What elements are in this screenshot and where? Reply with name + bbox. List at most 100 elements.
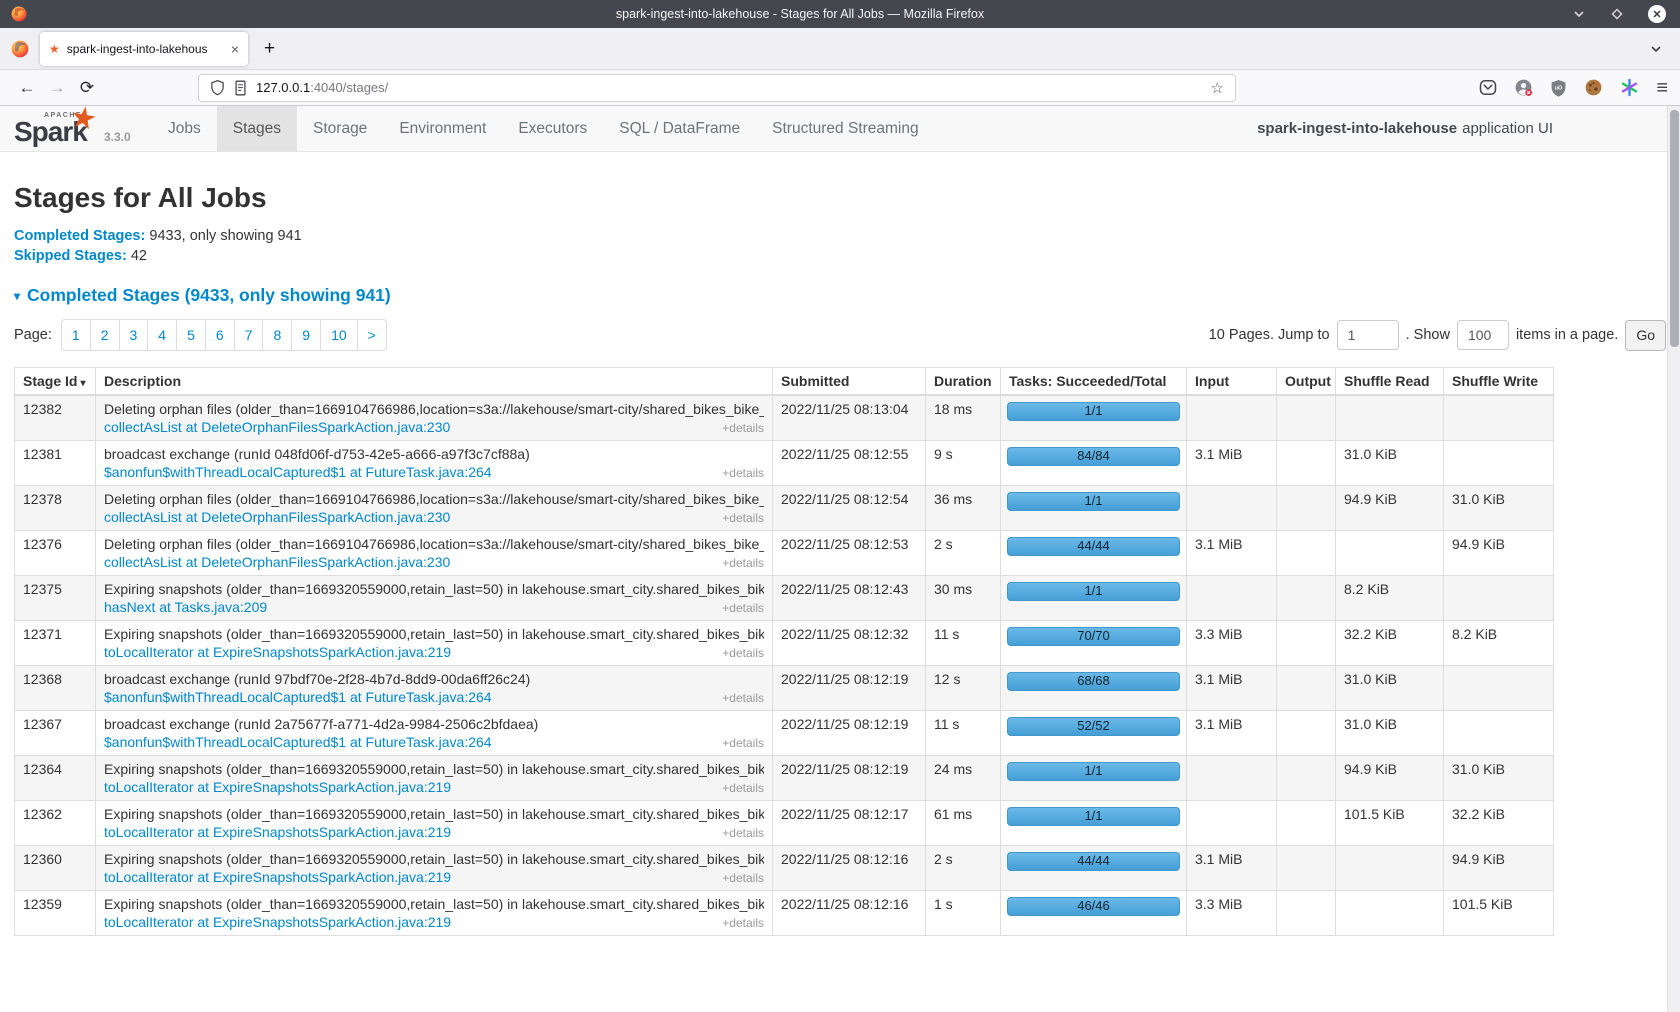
tasks-progress-cell: 52/52 [1001,711,1187,756]
page-button-3[interactable]: 3 [119,319,149,351]
items-per-page-input[interactable] [1457,320,1509,350]
skipped-stages-value: 42 [131,248,147,264]
nav-tab-sql-dataframe[interactable]: SQL / DataFrame [603,106,756,151]
collapse-arrow-icon: ▾ [14,290,20,302]
page-button-2[interactable]: 2 [90,319,120,351]
stage-callsite-link[interactable]: toLocalIterator at ExpireSnapshotsSparkA… [104,644,451,660]
back-button[interactable]: ← [12,78,42,98]
stage-callsite-link[interactable]: toLocalIterator at ExpireSnapshotsSparkA… [104,869,451,885]
stage-description-cell: broadcast exchange (runId 2a75677f-a771-… [96,711,773,756]
details-toggle[interactable]: +details [722,736,764,750]
details-toggle[interactable]: +details [722,781,764,795]
stage-description: Expiring snapshots (older_than=166932055… [104,581,764,597]
cookie-icon[interactable] [1584,78,1603,97]
column-header-output[interactable]: Output [1277,368,1336,396]
nav-tab-structured-streaming[interactable]: Structured Streaming [756,106,934,151]
details-toggle[interactable]: +details [722,421,764,435]
details-toggle[interactable]: +details [722,691,764,705]
stage-input [1187,486,1277,531]
page-button-7[interactable]: 7 [234,319,264,351]
column-header-input[interactable]: Input [1187,368,1277,396]
browser-tab[interactable]: ★ spark-ingest-into-lakehous × [40,32,248,66]
window-maximize-button[interactable] [1610,7,1624,21]
window-close-button[interactable]: ✕ [1648,5,1666,23]
stages-table-body: 12382Deleting orphan files (older_than=1… [15,395,1554,936]
column-header-duration[interactable]: Duration [926,368,1001,396]
column-header-description[interactable]: Description [96,368,773,396]
tab-close-icon[interactable]: × [231,42,239,56]
nav-tab-executors[interactable]: Executors [502,106,603,151]
completed-stages-link[interactable]: Completed Stages: [14,228,145,244]
page-button-9[interactable]: 9 [291,319,321,351]
stage-duration: 36 ms [926,486,1001,531]
nav-tab-stages[interactable]: Stages [217,106,297,151]
page-button-8[interactable]: 8 [262,319,292,351]
scrollbar-thumb[interactable] [1670,110,1679,347]
details-toggle[interactable]: +details [722,646,764,660]
window-minimize-button[interactable] [1572,7,1586,21]
go-button[interactable]: Go [1625,320,1666,351]
svg-text:uO: uO [1555,85,1563,91]
tasks-progress-fill: 68/68 [1007,672,1180,691]
stage-input: 3.1 MiB [1187,666,1277,711]
column-header-tasks-succeeded-total[interactable]: Tasks: Succeeded/Total [1001,368,1187,396]
new-tab-button[interactable]: + [264,38,275,60]
details-toggle[interactable]: +details [722,466,764,480]
shield-icon[interactable] [210,79,225,96]
pocket-icon[interactable] [1479,79,1497,96]
account-icon[interactable] [1514,78,1533,97]
details-toggle[interactable]: +details [722,556,764,570]
details-toggle[interactable]: +details [722,601,764,615]
column-header-stage-id[interactable]: Stage Id▾ [15,368,96,396]
nav-tab-environment[interactable]: Environment [383,106,502,151]
stage-callsite-link[interactable]: toLocalIterator at ExpireSnapshotsSparkA… [104,779,451,795]
skipped-stages-link[interactable]: Skipped Stages: [14,248,127,264]
tasks-progress-fill: 1/1 [1007,807,1180,826]
reload-button[interactable]: ⟳ [72,78,102,98]
column-header-submitted[interactable]: Submitted [773,368,926,396]
nav-tab-jobs[interactable]: Jobs [152,106,217,151]
page-info-icon[interactable] [234,80,247,96]
tasks-progress-cell: 46/46 [1001,891,1187,936]
stage-callsite-link[interactable]: collectAsList at DeleteOrphanFilesSparkA… [104,554,450,570]
column-header-shuffle-read[interactable]: Shuffle Read [1336,368,1444,396]
details-toggle[interactable]: +details [722,871,764,885]
spark-logo[interactable]: APACHE Spark ★ 3.3.0 [14,106,140,151]
tasks-progress-bar: 44/44 [1007,852,1180,871]
stage-callsite-link[interactable]: hasNext at Tasks.java:209 [104,599,267,615]
stage-callsite-link[interactable]: toLocalIterator at ExpireSnapshotsSparkA… [104,824,451,840]
stage-submitted: 2022/11/25 08:12:19 [773,711,926,756]
extension-asterisk-icon[interactable] [1620,78,1639,97]
page-button-4[interactable]: 4 [147,319,177,351]
next-page-button[interactable]: > [357,319,387,351]
stage-callsite-link[interactable]: collectAsList at DeleteOrphanFilesSparkA… [104,509,450,525]
stage-output [1277,531,1336,576]
details-toggle[interactable]: +details [722,511,764,525]
stage-shuffle-write [1444,666,1554,711]
column-header-shuffle-write[interactable]: Shuffle Write [1444,368,1554,396]
tasks-progress-bar: 68/68 [1007,672,1180,691]
page-button-5[interactable]: 5 [176,319,206,351]
stage-callsite-link[interactable]: $anonfun$withThreadLocalCaptured$1 at Fu… [104,689,492,705]
stage-callsite-link[interactable]: toLocalIterator at ExpireSnapshotsSparkA… [104,914,451,930]
jump-to-page-input[interactable] [1337,320,1399,350]
hamburger-menu-icon[interactable]: ≡ [1656,78,1668,98]
tasks-progress-bar: 52/52 [1007,717,1180,736]
page-button-10[interactable]: 10 [320,319,358,351]
stage-callsite-link[interactable]: collectAsList at DeleteOrphanFilesSparkA… [104,419,450,435]
list-tabs-chevron-icon[interactable] [1648,41,1664,57]
page-button-6[interactable]: 6 [205,319,235,351]
ublock-shield-icon[interactable]: uO [1550,79,1567,97]
details-toggle[interactable]: +details [722,826,764,840]
page-button-1[interactable]: 1 [61,319,91,351]
stage-callsite-link[interactable]: $anonfun$withThreadLocalCaptured$1 at Fu… [104,734,492,750]
completed-stages-section-header[interactable]: ▾ Completed Stages (9433, only showing 9… [14,285,1666,306]
forward-button[interactable]: → [42,78,72,98]
tasks-progress-cell: 44/44 [1001,531,1187,576]
vertical-scrollbar[interactable] [1667,106,1680,1012]
details-toggle[interactable]: +details [722,916,764,930]
stage-callsite-link[interactable]: $anonfun$withThreadLocalCaptured$1 at Fu… [104,464,492,480]
url-bar[interactable]: 127.0.0.1:4040/stages/ ☆ [198,74,1236,102]
nav-tab-storage[interactable]: Storage [297,106,383,151]
bookmark-star-icon[interactable]: ☆ [1211,79,1224,97]
